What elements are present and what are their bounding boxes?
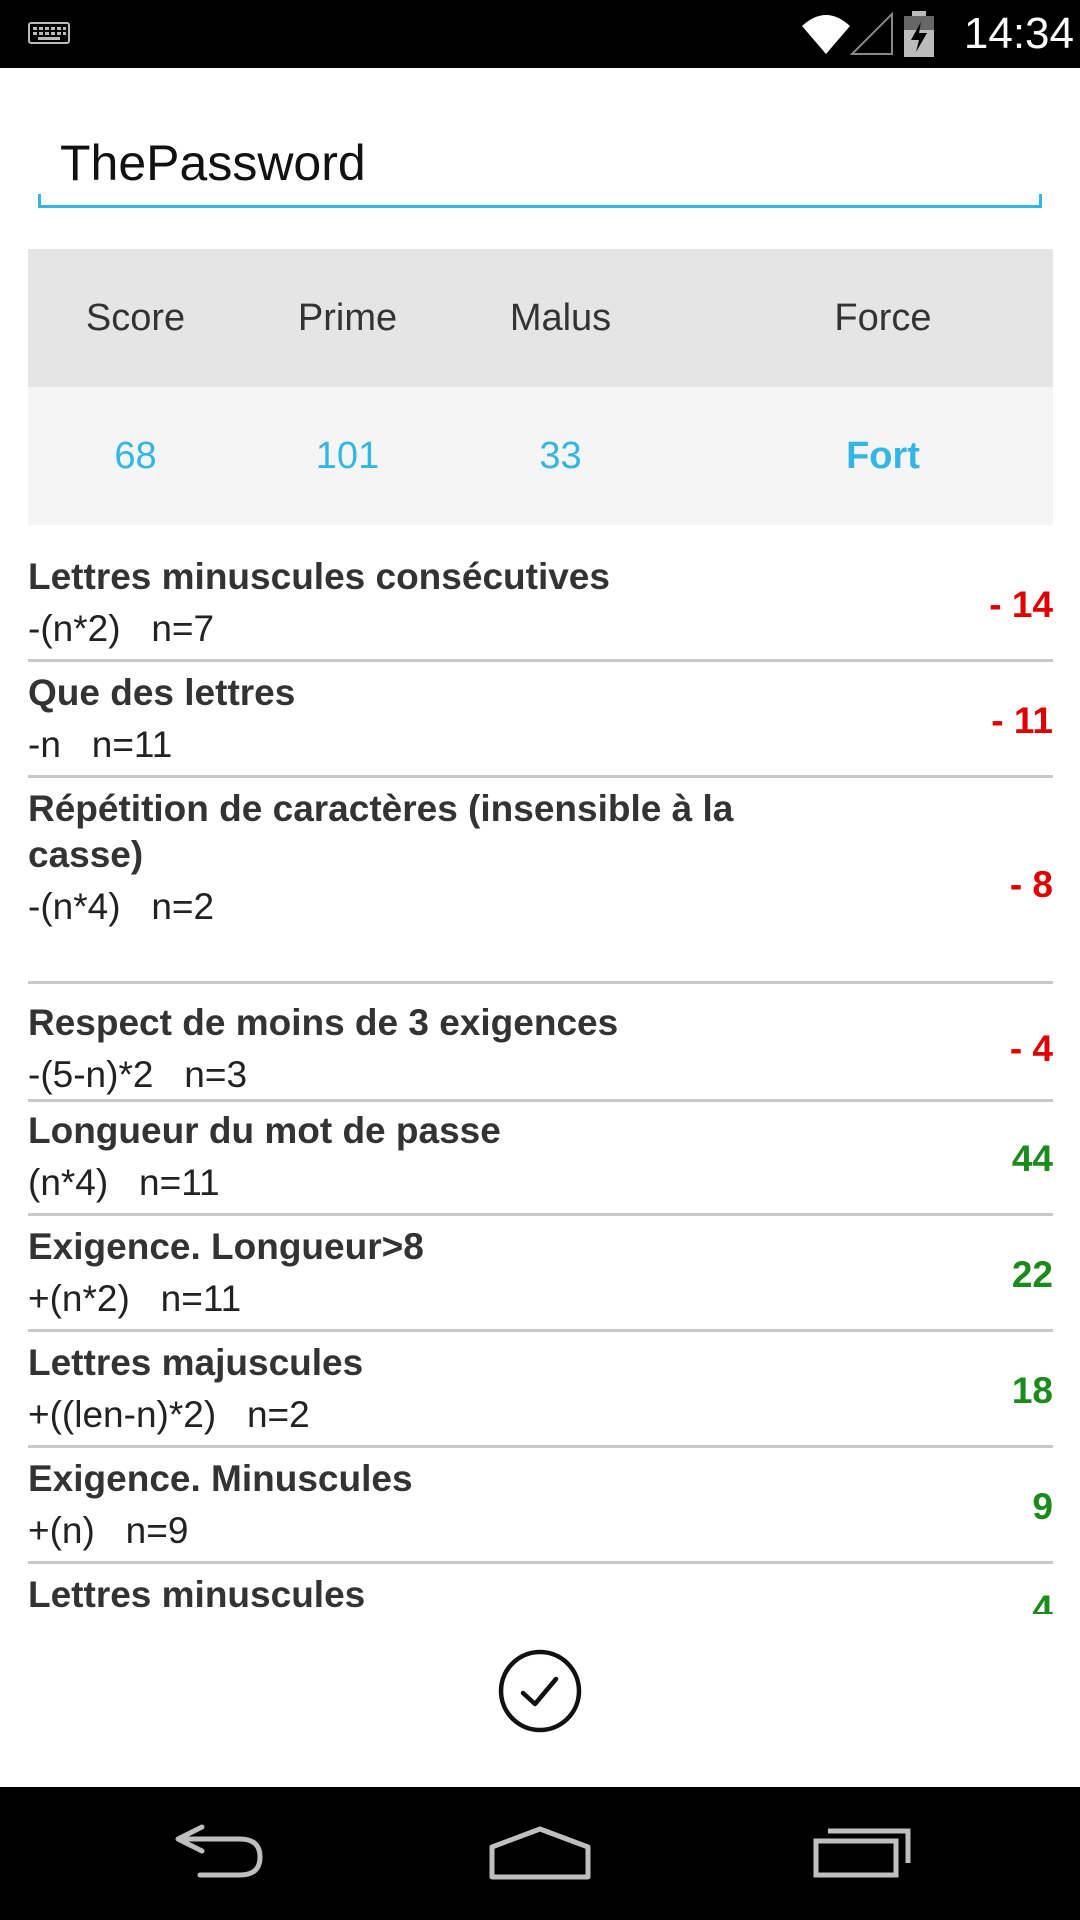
status-bar: 14:34 — [0, 0, 1080, 68]
rule-value: - 4 — [1009, 1028, 1053, 1069]
password-field[interactable] — [38, 120, 1042, 208]
rule-formula: -(n*4) n=2 — [28, 886, 215, 927]
divider — [28, 1329, 1053, 1332]
rule-formula: -(n*2) n=7 — [28, 608, 215, 649]
force-value: Fort — [846, 435, 920, 477]
rule-item: Respect de moins de 3 exigences -(5-n)*2… — [28, 986, 1053, 1102]
rule-title: Exigence. Longueur>8 — [28, 1226, 424, 1267]
rule-formula: (n*4) n=11 — [28, 1162, 220, 1203]
rule-formula: -n n=11 — [28, 724, 173, 765]
signal-icon — [850, 11, 893, 55]
rule-value: 44 — [1011, 1138, 1053, 1179]
divider — [28, 1561, 1053, 1564]
rule-formula: +(n*2) n=11 — [28, 1278, 242, 1319]
score-value: 68 — [114, 435, 157, 477]
rule-value: 18 — [1011, 1370, 1053, 1411]
rule-title: Lettres minuscules — [28, 1574, 366, 1614]
rule-title: Exigence. Minuscules — [28, 1458, 413, 1499]
back-icon[interactable] — [170, 1817, 270, 1887]
navigation-bar — [0, 1787, 1080, 1920]
keyboard-icon — [28, 22, 70, 44]
rule-value: 9 — [1032, 1486, 1053, 1527]
rule-formula: +(n) n=9 — [28, 1510, 189, 1551]
rule-value: - 8 — [1009, 864, 1053, 905]
check-circle-icon[interactable] — [497, 1648, 583, 1734]
screen: 14:34 Score Prime Malus Force 68 101 33 … — [0, 0, 1080, 1920]
rule-value: - 11 — [991, 700, 1053, 741]
rule-value: - 14 — [989, 584, 1053, 625]
home-icon[interactable] — [488, 1817, 592, 1887]
password-input[interactable] — [60, 128, 1020, 198]
divider — [28, 775, 1053, 778]
rule-item: Lettres minuscules 4 — [28, 1566, 1053, 1614]
prime-header: Prime — [297, 297, 398, 339]
malus-value: 33 — [539, 435, 582, 477]
rule-item: Exigence. Minuscules +(n) n=9 9 — [28, 1450, 1053, 1566]
score-table: Score Prime Malus Force 68 101 33 Fort — [28, 249, 1053, 525]
clock: 14:34 — [963, 9, 1074, 58]
score-table-values: 68 101 33 Fort — [28, 387, 1053, 525]
rule-title: Longueur du mot de passe — [28, 1110, 501, 1151]
rule-formula: -(5-n)*2 n=3 — [28, 1054, 248, 1095]
divider — [28, 981, 1053, 984]
score-header: Score — [85, 297, 186, 339]
rule-title: Que des lettres — [28, 672, 296, 713]
recents-icon[interactable] — [812, 1815, 912, 1885]
rule-formula: +((len-n)*2) n=2 — [28, 1394, 310, 1435]
prime-value: 101 — [315, 435, 380, 477]
malus-header: Malus — [509, 297, 612, 339]
rule-title: Lettres majuscules — [28, 1342, 364, 1383]
battery-charging-icon — [904, 11, 934, 57]
rules-list[interactable]: Lettres minuscules consécutives -(n*2) n… — [28, 548, 1053, 1614]
rule-value: 4 — [1032, 1588, 1053, 1614]
divider — [28, 659, 1053, 662]
divider — [28, 1213, 1053, 1216]
rule-item: Longueur du mot de passe (n*4) n=11 44 — [28, 1102, 1053, 1218]
rule-item: Lettres majuscules +((len-n)*2) n=2 18 — [28, 1334, 1053, 1450]
divider — [28, 1445, 1053, 1448]
rule-item: Lettres minuscules consécutives -(n*2) n… — [28, 548, 1053, 664]
rule-title: Respect de moins de 3 exigences — [28, 1002, 619, 1043]
score-table-header: Score Prime Malus Force — [28, 249, 1053, 387]
rule-title: Lettres minuscules consécutives — [28, 556, 610, 597]
rule-item: Que des lettres -n n=11 - 11 — [28, 664, 1053, 780]
force-header: Force — [834, 297, 932, 339]
rule-title: Répétition de caractères (insensible à l… — [28, 788, 734, 875]
rule-item: Répétition de caractères (insensible à l… — [28, 780, 1053, 986]
rule-value: 22 — [1011, 1254, 1053, 1295]
wifi-icon — [802, 15, 850, 54]
rule-item: Exigence. Longueur>8 +(n*2) n=11 22 — [28, 1218, 1053, 1334]
